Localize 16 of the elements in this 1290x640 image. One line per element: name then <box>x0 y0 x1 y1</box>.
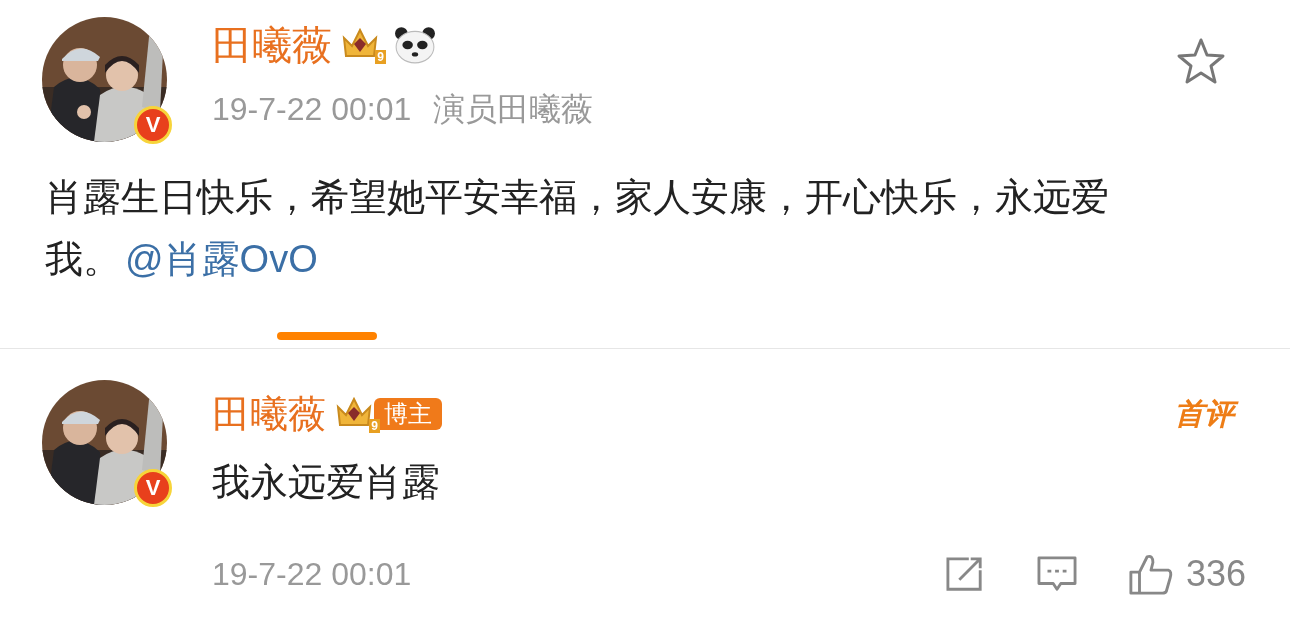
mention-link[interactable]: @肖露OvO <box>125 238 318 280</box>
comment-icon[interactable] <box>1035 555 1078 593</box>
post-time: 19-7-22 00:01 <box>212 90 412 129</box>
author-name[interactable]: 田曦薇 <box>212 17 332 73</box>
thumbs-up-icon[interactable] <box>1127 552 1174 596</box>
panda-icon <box>394 26 436 64</box>
star-icon[interactable] <box>1176 37 1226 85</box>
author-name[interactable]: 田曦薇 <box>212 386 326 442</box>
verified-badge: V <box>134 469 172 507</box>
post-text: 肖露生日快乐，希望她平安幸福，家人安康，开心快乐，永远爱我。@肖露OvO <box>45 175 1110 282</box>
comment-text: 我永远爱肖露 <box>212 460 441 505</box>
post-source: 演员田曦薇 <box>433 90 594 129</box>
like-count: 336 <box>1185 553 1246 595</box>
first-comment-label: 首评 <box>1172 394 1240 434</box>
comment-time: 19-7-22 00:01 <box>212 555 412 594</box>
verified-badge: V <box>134 106 172 144</box>
